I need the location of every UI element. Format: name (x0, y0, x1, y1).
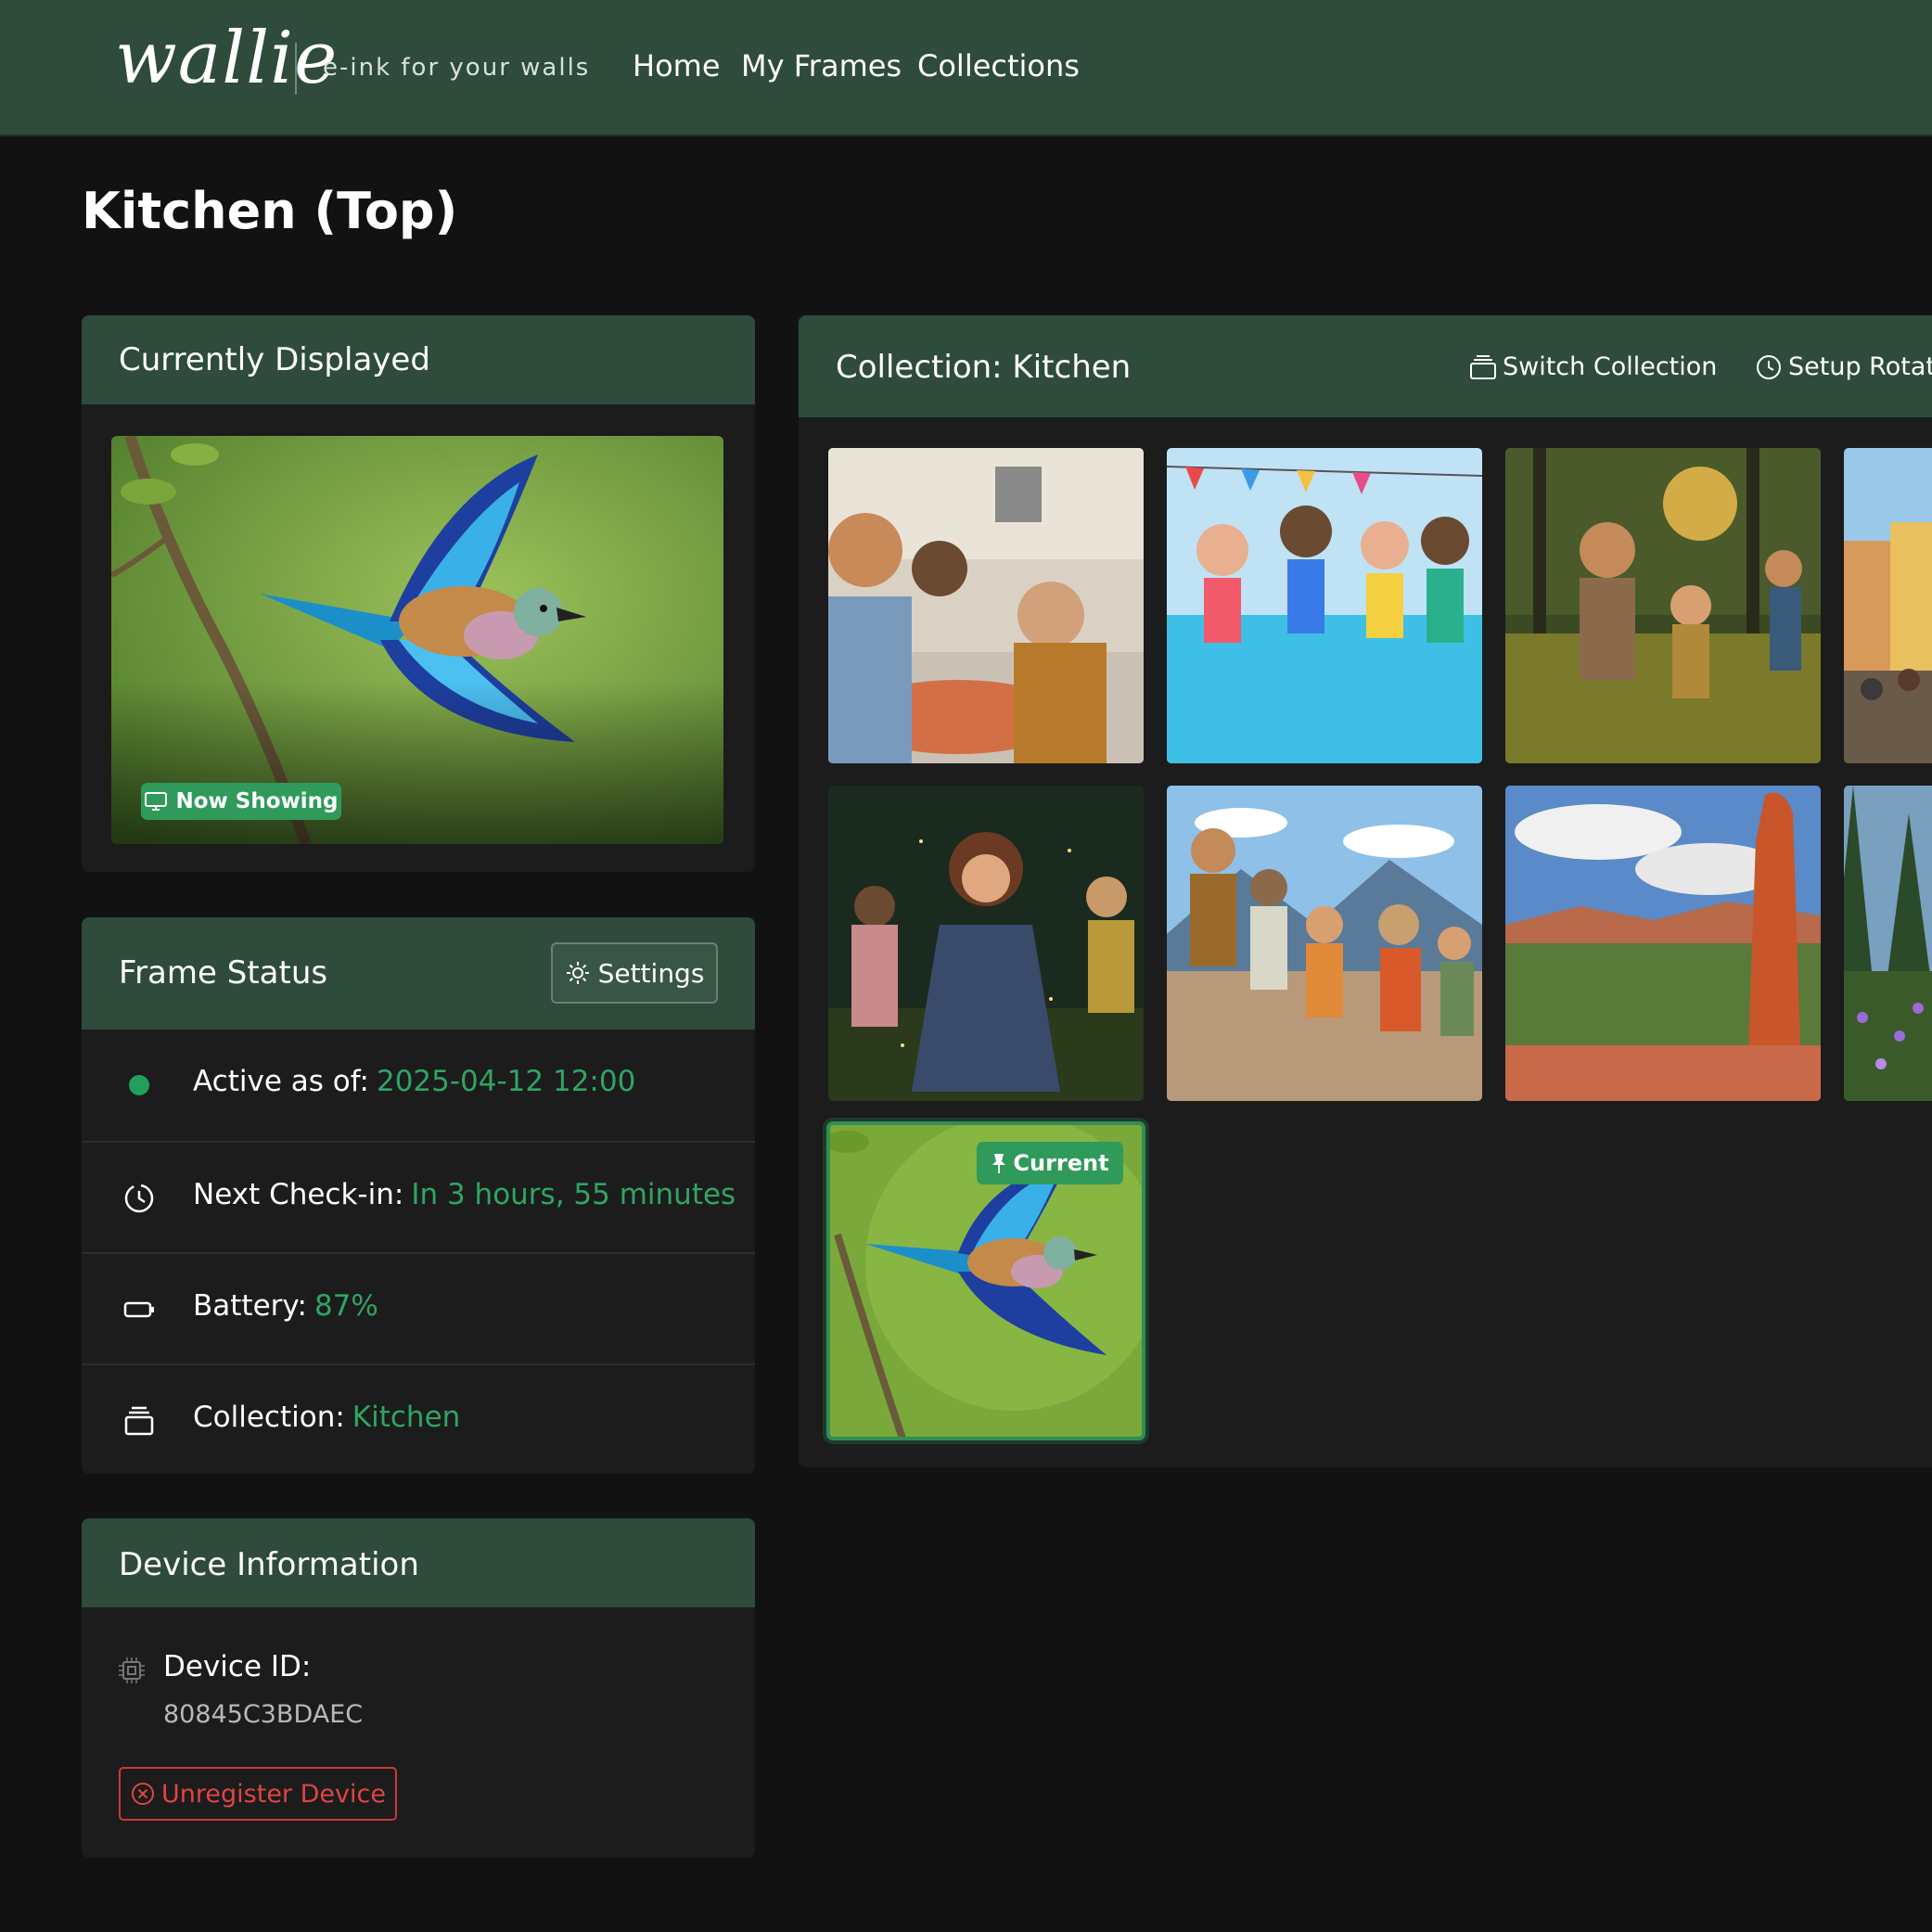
switch-collection-button[interactable]: Switch Collection (1469, 352, 1717, 381)
battery-row: Battery: 87% (193, 1289, 378, 1323)
red-rock-canyon-icon (1505, 786, 1821, 1101)
kids-pool-jump-icon (1167, 448, 1482, 763)
current-label: Current (1013, 1150, 1109, 1176)
clock-icon (1757, 354, 1781, 379)
currently-displayed-card: Currently Displayed Now Showing (82, 315, 755, 872)
battery-label: Battery: (193, 1289, 307, 1323)
forest-wildflowers-icon (1844, 786, 1932, 1101)
street-market-icon (1844, 448, 1932, 763)
status-dot-icon (129, 1075, 149, 1095)
thumbnail-bird-current[interactable]: Current (826, 1121, 1145, 1440)
device-id-value: 80845C3BDAEC (163, 1700, 364, 1729)
nav-home[interactable]: Home (633, 48, 721, 83)
thumbnail-kitchen-kids[interactable] (828, 448, 1144, 763)
logo-divider (295, 43, 297, 95)
displayed-image: Now Showing (111, 436, 723, 844)
device-info-card: Device Information Device ID: 80845C3BDA… (82, 1518, 755, 1858)
gear-icon (566, 962, 589, 984)
thumbnail-girl-fireflies[interactable] (828, 786, 1144, 1101)
device-info-title: Device Information (119, 1546, 419, 1583)
active-row: Active as of: 2025-04-12 12:00 (193, 1065, 635, 1098)
brand-tagline: e-ink for your walls (323, 54, 591, 82)
chip-icon (119, 1657, 145, 1683)
nav-my-frames[interactable]: My Frames (741, 48, 902, 83)
clock-icon (124, 1184, 154, 1213)
checkin-label: Next Check-in: (193, 1178, 404, 1211)
frame-status-card: Frame Status Settings Active as of: 2025-… (82, 917, 755, 1474)
collection-header: Collection: Kitchen Switch Collection Se… (799, 315, 1932, 417)
battery-icon (123, 1301, 154, 1318)
device-id-label: Device ID: (163, 1650, 312, 1683)
status-row-checkin: Next Check-in: In 3 hours, 55 minutes (82, 1141, 755, 1253)
kids-forest-sunset-icon (1505, 448, 1821, 763)
setup-rotation-button[interactable]: Setup Rotation (1755, 352, 1932, 381)
currently-displayed-title: Currently Displayed (119, 341, 430, 378)
girl-fireflies-night-icon (828, 786, 1144, 1101)
collection-stack-icon (124, 1406, 154, 1436)
unregister-device-button[interactable]: Unregister Device (119, 1767, 397, 1821)
wallie-logo[interactable]: wallie (115, 17, 338, 100)
status-row-battery: Battery: 87% (82, 1252, 755, 1364)
status-row-active: Active as of: 2025-04-12 12:00 (82, 1030, 755, 1140)
thumbnail-red-rock[interactable] (1505, 786, 1821, 1101)
thumbnail-forest-wildflowers[interactable] (1844, 786, 1932, 1101)
frame-status-header: Frame Status Settings (82, 917, 755, 1030)
collection-row: Collection: Kitchen (193, 1401, 460, 1434)
current-badge: Current (977, 1142, 1123, 1184)
switch-collection-label: Switch Collection (1503, 352, 1718, 381)
collection-stack-icon (1470, 354, 1496, 379)
unregister-label: Unregister Device (161, 1779, 386, 1809)
frame-status-title: Frame Status (119, 954, 328, 992)
active-label: Active as of: (193, 1065, 369, 1098)
checkin-row: Next Check-in: In 3 hours, 55 minutes (193, 1178, 736, 1211)
kitchen-kids-pasta-icon (828, 448, 1144, 763)
pin-icon (992, 1154, 1006, 1173)
thumbnail-street-market[interactable] (1844, 448, 1932, 763)
collection-value[interactable]: Kitchen (352, 1401, 461, 1434)
status-row-collection: Collection: Kitchen (82, 1363, 755, 1474)
page-title: Kitchen (Top) (82, 182, 458, 240)
collection-card: Collection: Kitchen Switch Collection Se… (799, 315, 1932, 1467)
close-circle-icon (132, 1783, 155, 1805)
settings-label: Settings (597, 957, 705, 989)
monitor-icon (145, 792, 168, 811)
thumbnail-kids-forest-sunset[interactable] (1505, 448, 1821, 763)
setup-rotation-label: Setup Rotation (1788, 352, 1932, 381)
collection-label: Collection: (193, 1401, 345, 1434)
top-navigation-bar: wallie e-ink for your walls Home My Fram… (0, 0, 1932, 136)
now-showing-badge: Now Showing (141, 783, 341, 820)
checkin-value: In 3 hours, 55 minutes (411, 1178, 736, 1211)
now-showing-label: Now Showing (175, 789, 339, 813)
battery-value: 87% (313, 1289, 378, 1323)
nav-collections[interactable]: Collections (917, 48, 1080, 83)
thumbnail-kids-pool[interactable] (1167, 448, 1482, 763)
settings-button[interactable]: Settings (551, 942, 718, 1004)
thumbnail-family-hike[interactable] (1167, 786, 1482, 1101)
currently-displayed-header: Currently Displayed (82, 315, 755, 404)
collection-title: Collection: Kitchen (836, 349, 1132, 386)
device-info-header: Device Information (82, 1518, 755, 1607)
active-value: 2025-04-12 12:00 (376, 1065, 636, 1098)
family-mountain-hike-icon (1167, 786, 1482, 1101)
